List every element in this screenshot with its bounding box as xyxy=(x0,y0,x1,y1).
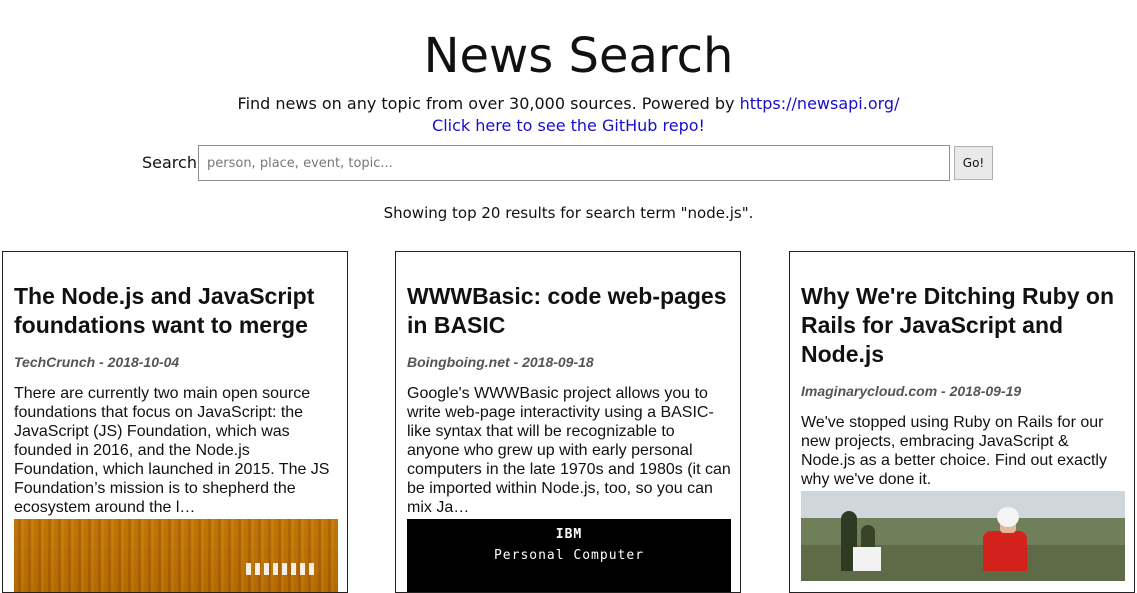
article-source-date: Boingboing.net - 2018-09-18 xyxy=(407,354,594,370)
search-label: Search: xyxy=(142,153,203,172)
go-button[interactable]: Go! xyxy=(954,146,993,180)
article-source-date: TechCrunch - 2018-10-04 xyxy=(14,354,180,370)
article-title[interactable]: Why We're Ditching Ruby on Rails for Jav… xyxy=(801,282,1125,369)
search-input[interactable] xyxy=(198,145,950,181)
article-card[interactable]: The Node.js and JavaScript foundations w… xyxy=(2,251,348,593)
article-description: We've stopped using Ruby on Rails for ou… xyxy=(801,414,1107,488)
results-summary: Showing top 20 results for search term "… xyxy=(383,204,754,222)
article-image[interactable] xyxy=(801,491,1125,581)
riding-helmet-graphic xyxy=(997,507,1019,527)
figurines-graphic xyxy=(246,563,316,575)
article-title[interactable]: WWWBasic: code web-pages in BASIC xyxy=(407,282,731,340)
repo-link-row: Click here to see the GitHub repo! xyxy=(0,116,1137,135)
house-graphic xyxy=(853,547,881,571)
article-image[interactable] xyxy=(14,519,338,592)
article-description: Google's WWWBasic project allows you to … xyxy=(407,385,731,516)
image-text-line: IBM xyxy=(555,527,583,542)
article-card[interactable]: WWWBasic: code web-pages in BASIC Boingb… xyxy=(395,251,741,593)
newsapi-link[interactable]: https://newsapi.org/ xyxy=(740,94,900,113)
subtitle-text: Find news on any topic from over 30,000 … xyxy=(237,94,740,113)
article-title[interactable]: The Node.js and JavaScript foundations w… xyxy=(14,282,338,340)
page-subtitle: Find news on any topic from over 30,000 … xyxy=(0,94,1137,113)
article-card[interactable]: Why We're Ditching Ruby on Rails for Jav… xyxy=(789,251,1135,593)
image-text-line: Personal Computer xyxy=(493,548,645,563)
page-title: News Search xyxy=(423,28,734,84)
github-repo-link[interactable]: Click here to see the GitHub repo! xyxy=(432,116,705,135)
rider-jacket-graphic xyxy=(983,531,1027,571)
article-description: There are currently two main open source… xyxy=(14,385,330,516)
article-source-date: Imaginarycloud.com - 2018-09-19 xyxy=(801,383,1022,399)
article-image[interactable]: IBM Personal Computer xyxy=(407,519,731,592)
